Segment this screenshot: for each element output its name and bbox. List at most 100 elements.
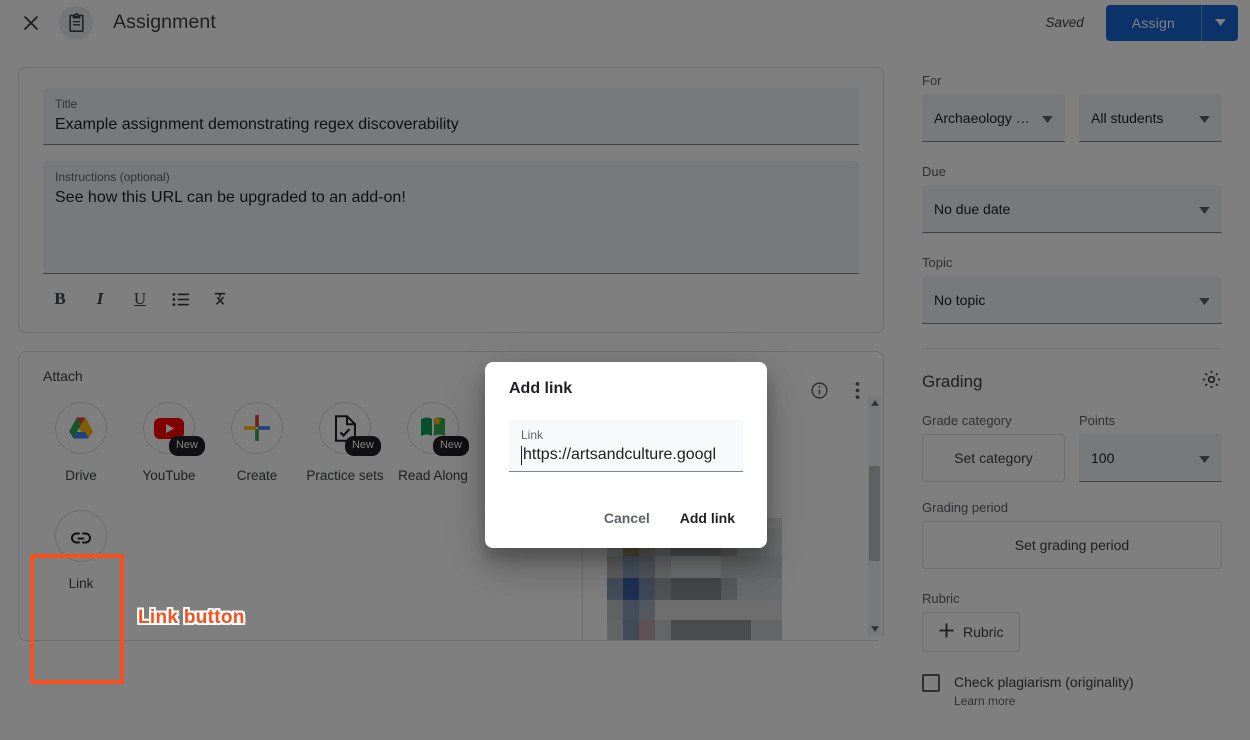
new-badge: New (433, 436, 469, 456)
due-label: Due (922, 164, 1222, 179)
title-field-value: Example assignment demonstrating regex d… (55, 112, 847, 138)
grading-period-label: Grading period (922, 500, 1222, 515)
topic-select[interactable]: No topic (922, 276, 1222, 324)
add-link-dialog: Add link Link https://artsandculture.goo… (485, 362, 767, 548)
students-select-value: All students (1091, 110, 1163, 126)
points-label: Points (1079, 413, 1222, 428)
class-select[interactable]: Archaeology … (922, 94, 1065, 142)
create-plus-icon (231, 402, 283, 454)
attach-option-label: YouTube (142, 465, 195, 486)
link-url-input-line: https://artsandculture.googl (521, 443, 731, 467)
grading-period-block: Grading period Set grading period (922, 500, 1222, 569)
attach-option-label: Link (69, 573, 94, 594)
more-vert-icon[interactable] (845, 378, 869, 402)
plagiarism-label: Check plagiarism (originality) (954, 672, 1134, 692)
link-chain-icon (55, 510, 107, 562)
top-app-bar: Assignment Saved Assign (0, 0, 1250, 45)
gear-icon[interactable] (1201, 369, 1222, 395)
attach-option-create[interactable]: Create (213, 392, 301, 486)
page-title: Assignment (113, 11, 216, 34)
attach-option-label: Read Along (398, 465, 468, 486)
new-badge: New (345, 436, 381, 456)
formatting-toolbar: B I U (43, 274, 859, 324)
attach-option-link[interactable]: Link (37, 500, 125, 594)
scroll-down-arrow-icon[interactable] (868, 622, 881, 636)
close-icon[interactable] (12, 4, 50, 42)
set-grading-period-button[interactable]: Set grading period (922, 521, 1222, 569)
attach-option-label: Create (237, 465, 278, 486)
attach-option-label: Drive (65, 465, 97, 486)
instructions-field-value: See how this URL can be upgraded to an a… (55, 185, 847, 211)
points-select[interactable]: 100 (1079, 434, 1222, 482)
chevron-down-icon[interactable] (1202, 5, 1238, 41)
chevron-down-icon (1199, 201, 1210, 217)
chevron-down-icon (1042, 110, 1053, 126)
topic-value: No topic (934, 292, 985, 308)
instructions-field-label: Instructions (optional) (55, 169, 847, 185)
attach-option-drive[interactable]: Drive (37, 392, 125, 486)
add-link-dialog-title: Add link (509, 380, 743, 398)
chevron-down-icon (1199, 450, 1210, 466)
cancel-button[interactable]: Cancel (596, 502, 658, 534)
plus-icon (939, 623, 954, 641)
grading-title: Grading (922, 372, 982, 392)
attach-option-youtube[interactable]: New YouTube (125, 392, 213, 486)
clear-formatting-icon[interactable] (205, 284, 235, 314)
learn-more-link[interactable]: Learn more (954, 694, 1134, 708)
italic-icon[interactable]: I (85, 284, 115, 314)
for-row: Archaeology … All students (922, 94, 1222, 142)
for-label: For (922, 73, 1222, 88)
rubric-block: Rubric Rubric (922, 591, 1222, 652)
chevron-down-icon (1199, 292, 1210, 308)
assign-button[interactable]: Assign (1106, 5, 1201, 41)
saved-status: Saved (1045, 15, 1083, 30)
plagiarism-checkbox[interactable] (922, 674, 940, 692)
set-category-button[interactable]: Set category (922, 434, 1065, 482)
bulleted-list-icon[interactable] (165, 284, 195, 314)
text-caret (521, 446, 522, 465)
preview-toolbar (807, 378, 869, 402)
link-url-field[interactable]: Link https://artsandculture.googl (509, 420, 743, 472)
rubric-label: Rubric (922, 591, 1222, 606)
points-value: 100 (1091, 450, 1114, 466)
new-badge: New (169, 436, 205, 456)
link-url-field-label: Link (521, 427, 731, 443)
attach-option-label: Practice sets (306, 465, 383, 486)
assign-button-group: Assign (1106, 5, 1238, 41)
assignment-editor-page: Assignment Saved Assign Title Example as… (0, 0, 1250, 740)
add-rubric-button[interactable]: Rubric (922, 612, 1020, 652)
title-field[interactable]: Title Example assignment demonstrating r… (43, 88, 859, 145)
topbar-actions: Saved Assign (1045, 5, 1238, 41)
sidebar-divider (922, 348, 1222, 349)
scrollbar-thumb[interactable] (869, 466, 880, 561)
chevron-down-icon (1199, 110, 1210, 126)
info-icon[interactable] (807, 378, 831, 402)
annotation-label-link-button: Link button (138, 607, 245, 629)
title-field-label: Title (55, 96, 847, 112)
add-rubric-label: Rubric (963, 624, 1003, 640)
plagiarism-check-row[interactable]: Check plagiarism (originality) Learn mor… (922, 672, 1222, 708)
due-date-value: No due date (934, 201, 1010, 217)
grading-section-header: Grading (922, 369, 1222, 395)
add-link-dialog-actions: Cancel Add link (509, 502, 743, 534)
topic-label: Topic (922, 255, 1222, 270)
google-drive-icon (55, 402, 107, 454)
details-card: Title Example assignment demonstrating r… (18, 67, 884, 333)
scroll-up-arrow-icon[interactable] (868, 396, 881, 410)
bold-icon[interactable]: B (45, 284, 75, 314)
link-url-value: https://artsandculture.googl (523, 443, 716, 467)
add-link-button[interactable]: Add link (672, 502, 743, 534)
grade-category-label: Grade category (922, 413, 1065, 428)
preview-scrollbar[interactable] (868, 396, 881, 636)
plagiarism-text-block: Check plagiarism (originality) Learn mor… (954, 672, 1134, 708)
settings-sidebar: For Archaeology … All students Due No (902, 45, 1250, 740)
assignment-clipboard-icon (59, 6, 93, 40)
attach-option-read-along[interactable]: New Read Along (389, 392, 477, 486)
instructions-field[interactable]: Instructions (optional) See how this URL… (43, 161, 859, 273)
class-select-value: Archaeology … (934, 110, 1030, 126)
attach-option-practice-sets[interactable]: New Practice sets (301, 392, 389, 486)
students-select[interactable]: All students (1079, 94, 1222, 142)
underline-icon[interactable]: U (125, 284, 155, 314)
grade-row: Grade category Set category Points 100 (922, 413, 1222, 482)
due-date-select[interactable]: No due date (922, 185, 1222, 233)
